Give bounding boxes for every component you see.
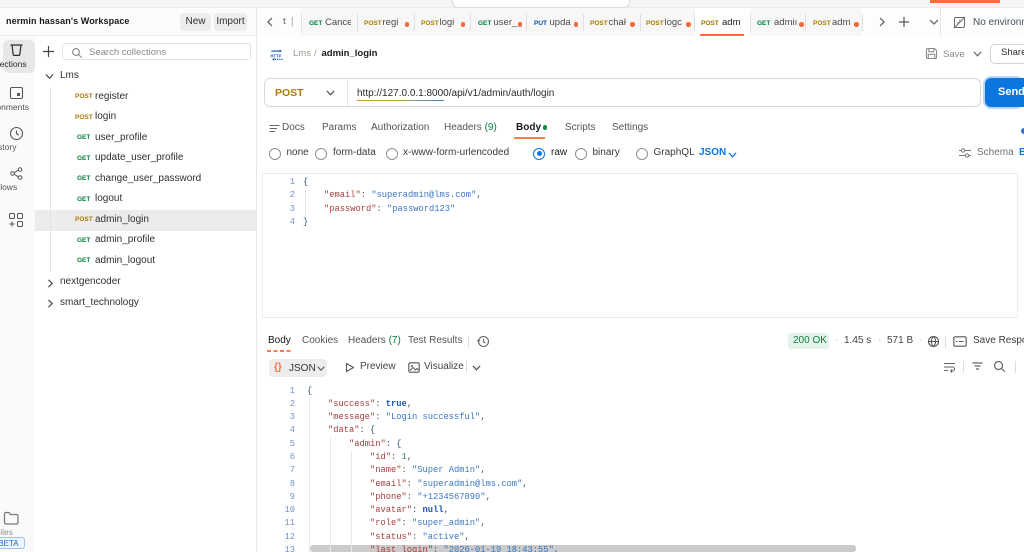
svg-text:HTTP: HTTP (270, 53, 282, 59)
